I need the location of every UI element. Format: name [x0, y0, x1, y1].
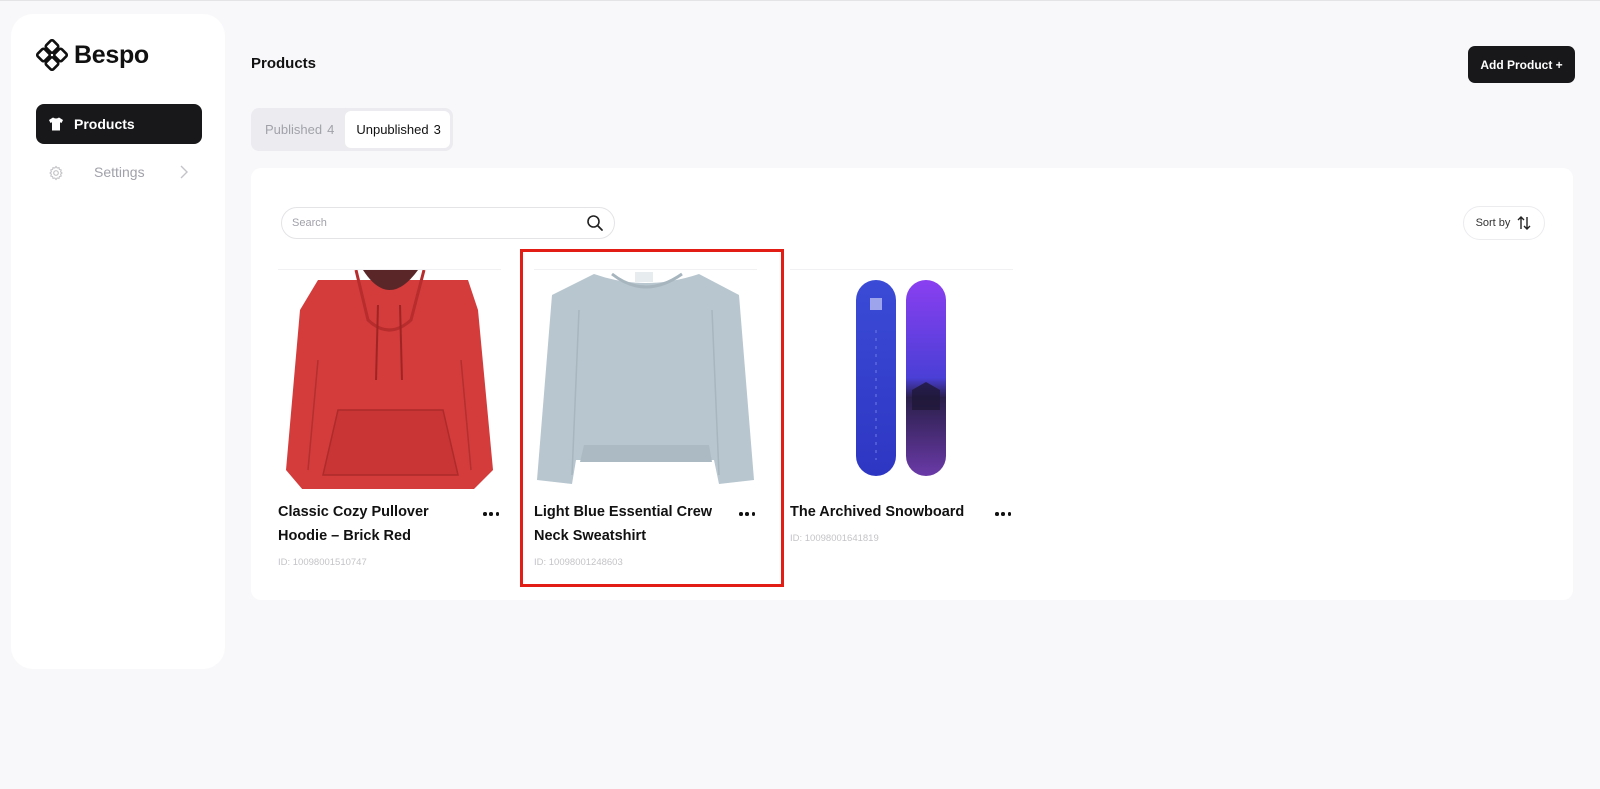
- chevron-right-icon: [180, 165, 188, 179]
- product-title[interactable]: The Archived Snowboard: [790, 500, 985, 524]
- dot-icon: [483, 512, 487, 516]
- dot-icon: [745, 512, 749, 516]
- search-icon[interactable]: [586, 214, 604, 232]
- product-card[interactable]: Light Blue Essential Crew Neck Sweatshir…: [534, 269, 757, 568]
- product-image-light-blue-sweatshirt[interactable]: [534, 269, 757, 489]
- status-tabs: Published 4 Unpublished 3: [251, 108, 453, 151]
- sidebar-item-label: Settings: [94, 164, 145, 180]
- tab-unpublished[interactable]: Unpublished 3: [345, 111, 451, 148]
- tab-published[interactable]: Published 4: [254, 111, 345, 148]
- product-image-red-hoodie[interactable]: [278, 269, 501, 489]
- snowboard-image: [790, 270, 1013, 489]
- sidebar-item-label: Products: [74, 116, 135, 132]
- search-box: [281, 207, 615, 239]
- products-panel: Sort by: [251, 168, 1573, 600]
- product-id: ID: 10098001248603: [534, 557, 623, 568]
- dot-icon: [739, 512, 743, 516]
- dot-icon: [489, 512, 493, 516]
- more-options-button[interactable]: [481, 509, 501, 519]
- tab-label: Unpublished: [356, 122, 429, 137]
- shirt-icon: [49, 117, 63, 131]
- dot-icon: [751, 512, 755, 516]
- logo[interactable]: Bespo: [36, 39, 149, 71]
- more-options-button[interactable]: [737, 509, 757, 519]
- product-id: ID: 10098001510747: [278, 557, 367, 568]
- dot-icon: [1001, 512, 1005, 516]
- dot-icon: [495, 512, 499, 516]
- sort-button[interactable]: Sort by: [1463, 206, 1545, 240]
- logo-mark-icon: [36, 39, 68, 71]
- product-id: ID: 10098001641819: [790, 533, 879, 544]
- sidebar: Bespo Products Settings: [11, 14, 225, 669]
- dot-icon: [995, 512, 999, 516]
- hoodie-image: [278, 270, 501, 489]
- tab-count: 3: [433, 122, 441, 137]
- sidebar-item-settings[interactable]: Settings: [36, 153, 202, 193]
- search-input[interactable]: [292, 217, 586, 229]
- dot-icon: [1007, 512, 1011, 516]
- tab-count: 4: [327, 122, 335, 137]
- more-options-button[interactable]: [993, 509, 1013, 519]
- product-image-snowboards[interactable]: [790, 269, 1013, 489]
- sidebar-item-products[interactable]: Products: [36, 104, 202, 144]
- gear-icon: [49, 165, 63, 181]
- product-title[interactable]: Classic Cozy Pullover Hoodie – Brick Red: [278, 500, 473, 548]
- product-card[interactable]: The Archived Snowboard ID: 1009800164181…: [790, 269, 1013, 544]
- page-title: Products: [251, 55, 317, 72]
- product-title[interactable]: Light Blue Essential Crew Neck Sweatshir…: [534, 500, 729, 548]
- sort-label: Sort by: [1475, 217, 1511, 229]
- sweatshirt-image: [534, 270, 757, 489]
- add-product-button[interactable]: Add Product +: [1468, 46, 1575, 83]
- product-card[interactable]: Classic Cozy Pullover Hoodie – Brick Red…: [278, 269, 501, 568]
- app-root: Bespo Products Settings Products Add Pro…: [0, 0, 1600, 789]
- app-name: Bespo: [74, 40, 149, 69]
- tab-label: Published: [265, 122, 323, 137]
- sort-arrows-icon: [1517, 216, 1531, 230]
